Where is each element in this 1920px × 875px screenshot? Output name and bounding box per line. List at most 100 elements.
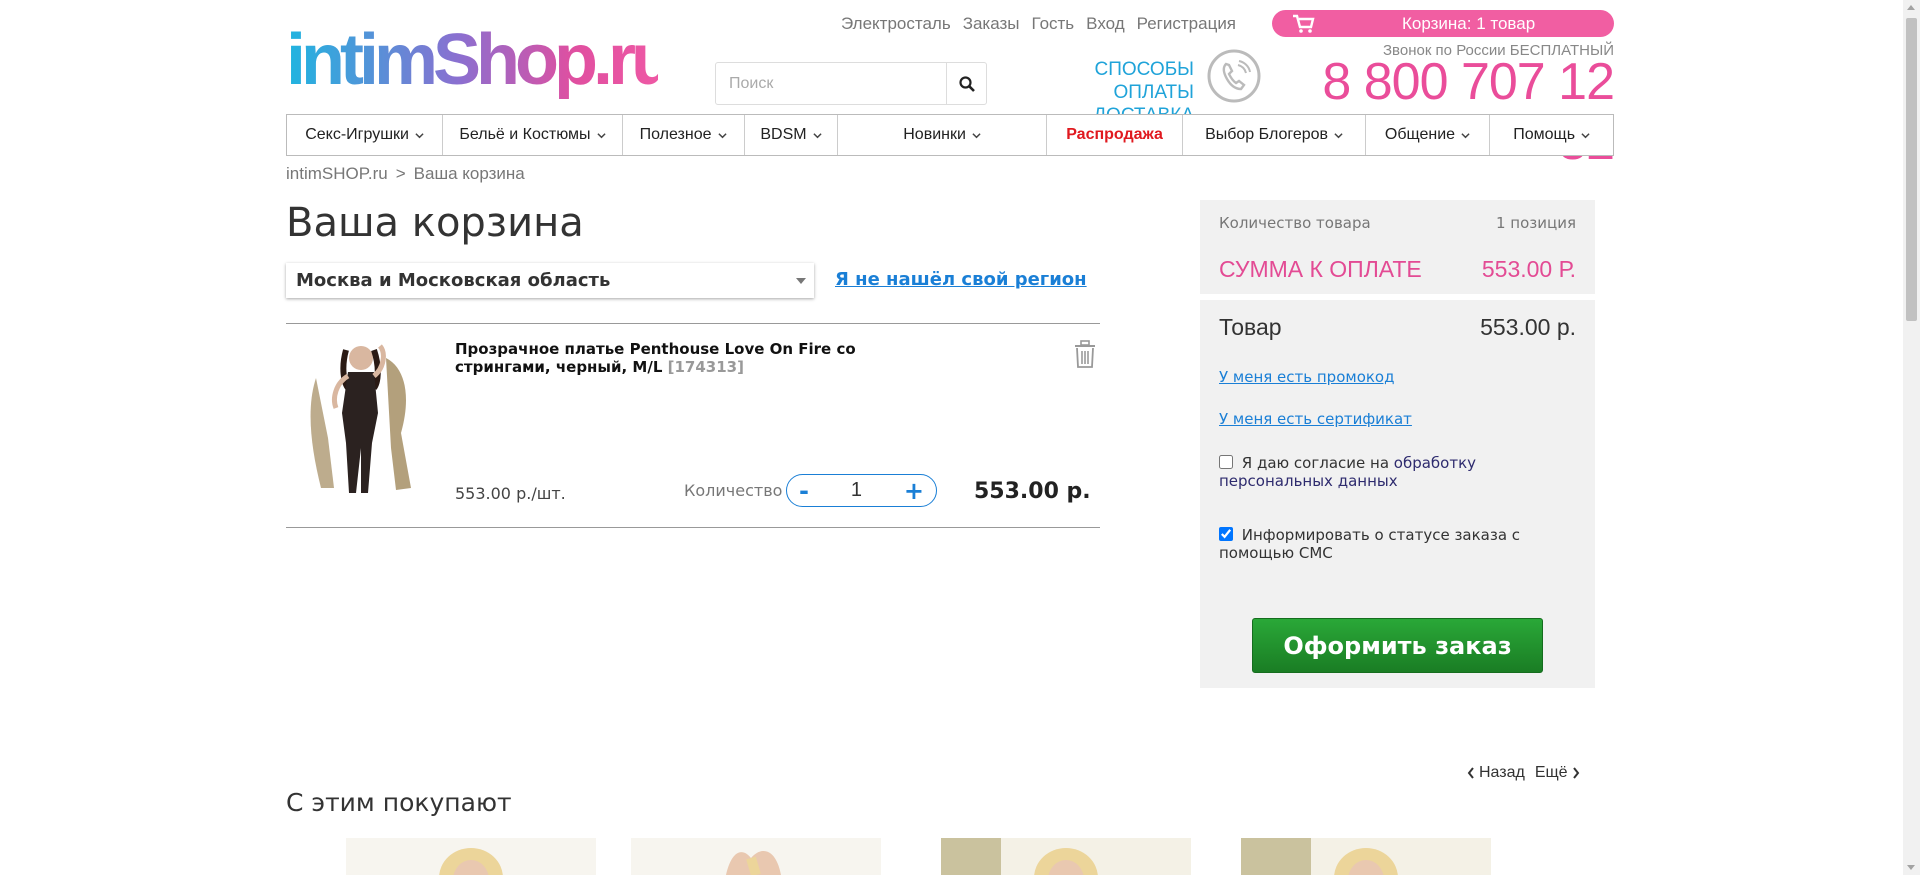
nav-item-bloggers-choice[interactable]: Выбор Блогеров	[1183, 115, 1366, 155]
nav-item-label: Распродажа	[1066, 126, 1163, 143]
nav-item-label: Общение	[1384, 126, 1456, 143]
chevron-left-icon	[1467, 767, 1474, 779]
page-container: intimShop.ru Электросталь Заказы Гость В…	[286, 0, 1615, 875]
nav-item-label: Выбор Блогеров	[1205, 126, 1329, 143]
carousel-pager: Назад Ещё	[1467, 764, 1580, 782]
breadcrumb: intimSHOP.ru > Ваша корзина	[286, 164, 525, 184]
divider	[286, 527, 1100, 528]
quantity-label: Количество	[684, 481, 783, 500]
search-icon	[958, 75, 975, 92]
register-link[interactable]: Регистрация	[1137, 14, 1236, 34]
promo-code-link[interactable]: У меня есть промокод	[1219, 368, 1394, 386]
decrease-quantity-button[interactable]: -	[799, 479, 809, 503]
checkout-button[interactable]: Оформить заказ	[1252, 618, 1543, 673]
sms-notify-checkbox[interactable]	[1219, 527, 1233, 541]
nav-item-community[interactable]: Общение	[1366, 115, 1491, 155]
total-value: 553.00 Р.	[1481, 256, 1576, 282]
nav-item-label: Бельё и Костюмы	[459, 126, 591, 143]
nav-item-label: BDSM	[760, 126, 807, 143]
also-bought-carousel	[286, 838, 1614, 875]
carousel-prev-label: Назад	[1479, 764, 1525, 781]
nav-item-label: Секс-Игрушки	[305, 126, 409, 143]
search-input[interactable]	[716, 63, 946, 104]
product-sku: [174313]	[667, 358, 744, 376]
chevron-down-icon	[972, 132, 981, 138]
search-box	[715, 62, 987, 105]
nav-item-label: Новинки	[903, 126, 966, 143]
breadcrumb-current: Ваша корзина	[413, 164, 525, 183]
search-button[interactable]	[946, 63, 986, 104]
login-link[interactable]: Вход	[1086, 14, 1124, 34]
chevron-down-icon	[812, 132, 822, 138]
main-nav: Секс-Игрушки Бельё и Костюмы Полезное BD…	[286, 114, 1614, 156]
region-select[interactable]: Москва и Московская область	[286, 263, 814, 298]
carousel-next-label: Ещё	[1534, 764, 1568, 781]
payment-methods-link[interactable]: СПОСОБЫ ОПЛАТЫ	[1016, 58, 1194, 104]
phone-icon	[1207, 49, 1261, 103]
vertical-scrollbar[interactable]	[1903, 0, 1920, 875]
nav-item-new[interactable]: Новинки	[838, 115, 1047, 155]
sms-notify-label: Информировать о статусе заказа с помощью…	[1219, 526, 1521, 562]
nav-item-sale[interactable]: Распродажа	[1047, 115, 1184, 155]
certificate-link[interactable]: У меня есть сертификат	[1219, 410, 1412, 428]
nav-item-lingerie[interactable]: Бельё и Костюмы	[443, 115, 623, 155]
chevron-down-icon	[1581, 132, 1590, 138]
orders-link[interactable]: Заказы	[963, 14, 1020, 34]
product-thumbnail[interactable]	[346, 838, 596, 875]
quantity-value[interactable]: 1	[851, 479, 862, 502]
scroll-up-arrow[interactable]	[1907, 5, 1915, 10]
nav-item-help[interactable]: Помощь	[1490, 115, 1613, 155]
consent-row: Я даю согласие на обработку персональных…	[1219, 454, 1579, 490]
guest-link[interactable]: Гость	[1032, 14, 1075, 34]
item-count-value: 1 позиция	[1495, 214, 1576, 232]
chevron-down-icon	[1461, 132, 1470, 138]
chevron-down-icon	[415, 132, 424, 138]
product-thumbnail[interactable]	[631, 838, 881, 875]
scroll-down-arrow[interactable]	[1907, 865, 1915, 870]
carousel-prev-button[interactable]: Назад	[1467, 764, 1525, 782]
region-selected-value: Москва и Московская область	[296, 270, 611, 291]
intimshop-logo[interactable]: intimShop.ru	[286, 14, 658, 106]
line-total: 553.00 р.	[974, 479, 1091, 504]
scroll-thumb[interactable]	[1906, 18, 1917, 321]
divider	[286, 323, 1100, 324]
goods-label: Товар	[1219, 314, 1282, 340]
goods-value: 553.00 р.	[1480, 314, 1576, 340]
nav-item-label: Полезное	[639, 126, 712, 143]
breadcrumb-separator: >	[395, 164, 406, 183]
product-name[interactable]: Прозрачное платье Penthouse Love On Fire…	[455, 340, 885, 376]
chevron-down-icon	[1334, 132, 1343, 138]
consent-checkbox[interactable]	[1219, 455, 1233, 469]
breadcrumb-home[interactable]: intimSHOP.ru	[286, 164, 388, 184]
product-image[interactable]	[286, 338, 436, 498]
quantity-stepper: - 1 +	[786, 474, 937, 507]
city-link[interactable]: Электросталь	[841, 14, 951, 34]
cart-label: Корзина: 1 товар	[1402, 13, 1536, 33]
sms-row: Информировать о статусе заказа с помощью…	[1219, 526, 1579, 562]
product-title: Прозрачное платье Penthouse Love On Fire…	[455, 340, 856, 376]
product-thumbnail[interactable]	[941, 838, 1191, 875]
nav-item-bdsm[interactable]: BDSM	[745, 115, 839, 155]
top-links: Электросталь Заказы Гость Вход Регистрац…	[841, 14, 1236, 34]
chevron-down-icon	[717, 132, 727, 138]
increase-quantity-button[interactable]: +	[904, 479, 924, 503]
order-summary-body: Товар 553.00 р. У меня есть промокод У м…	[1200, 300, 1595, 688]
carousel-next-button[interactable]: Ещё	[1535, 764, 1580, 782]
also-bought-title: С этим покупают	[286, 788, 512, 817]
consent-text: Я даю согласие на	[1241, 454, 1394, 472]
chevron-right-icon	[1572, 767, 1579, 779]
chevron-down-icon	[596, 132, 606, 138]
unit-price: 553.00 р./шт.	[455, 484, 566, 503]
nav-item-sex-toys[interactable]: Секс-Игрушки	[287, 115, 444, 155]
cart-icon	[1293, 14, 1315, 33]
cart-button[interactable]: Корзина: 1 товар	[1272, 10, 1614, 37]
nav-item-useful[interactable]: Полезное	[623, 115, 745, 155]
item-count-label: Количество товара	[1219, 214, 1371, 232]
svg-text:intimShop.ru: intimShop.ru	[286, 20, 658, 100]
dropdown-arrow-icon	[796, 278, 806, 284]
order-summary-header: Количество товара 1 позиция СУММА К ОПЛА…	[1200, 200, 1595, 294]
region-not-found-link[interactable]: Я не нашёл свой регион	[835, 269, 1087, 290]
nav-item-label: Помощь	[1513, 126, 1576, 143]
trash-icon[interactable]	[1073, 340, 1097, 368]
product-thumbnail[interactable]	[1241, 838, 1491, 875]
